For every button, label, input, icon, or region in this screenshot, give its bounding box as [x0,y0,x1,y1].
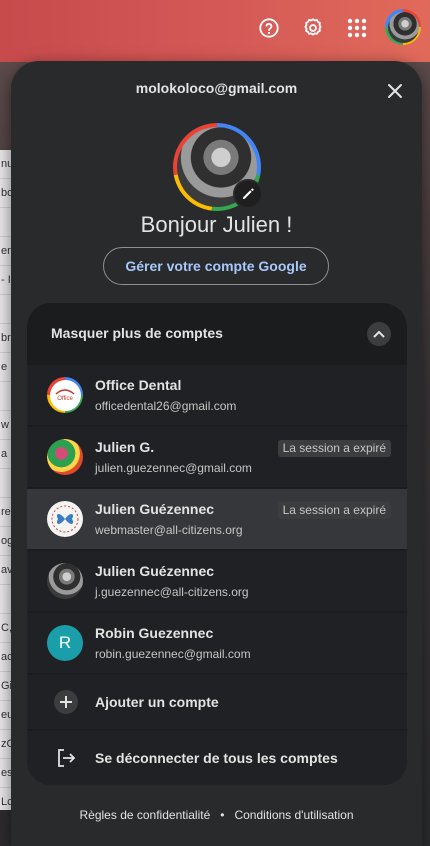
avatar: R [47,625,83,661]
privacy-link[interactable]: Règles de confidentialité [80,808,211,822]
chevron-up-icon[interactable] [367,322,391,346]
session-expired-badge: La session a expiré [277,502,391,519]
account-item-julien-g[interactable]: Julien G. julien.guezennec@gmail.com La … [27,427,407,487]
accounts-toggle-label: Masquer plus de comptes [51,325,223,341]
account-item-office-dental[interactable]: Office Office Dental officedental26@gmai… [27,365,407,425]
office-logo-text: Office [57,395,73,402]
account-name: Julien Guézennec [95,563,215,579]
avatar [387,11,419,43]
account-item-robin-guezennec[interactable]: R Robin Guezennec robin.guezennec@gmail.… [27,613,407,673]
plus-icon [53,690,79,714]
account-email: j.guezennec@all-citizens.org [95,585,249,599]
account-name: Office Dental [95,377,182,393]
office-dental-logo: Office [49,379,81,411]
account-email: officedental26@gmail.com [95,399,237,413]
account-avatar-button[interactable] [385,9,421,45]
popup-footer: Règles de confidentialité • Conditions d… [11,808,422,822]
accounts-panel: Masquer plus de comptes Office Office De… [27,303,407,785]
pencil-icon [243,188,254,199]
greeting-text: Bonjour Julien ! [140,212,293,237]
account-name: Julien G. [95,439,155,455]
account-email: webmaster@all-citizens.org [95,523,243,537]
add-account-label: Ajouter un compte [95,694,219,710]
avatar [47,563,83,599]
gear-icon[interactable] [299,14,327,42]
signout-all-button[interactable]: Se déconnecter de tous les comptes [27,731,407,785]
terms-link[interactable]: Conditions d'utilisation [234,808,353,822]
account-name: Robin Guezennec [95,625,214,641]
edit-photo-button[interactable] [233,179,263,209]
butterfly-logo-icon [51,505,79,533]
logout-icon [53,746,79,770]
account-email: molokoloco@gmail.com [135,80,298,96]
help-circle-icon[interactable] [255,14,283,42]
close-icon [388,84,402,98]
account-popup: molokoloco@gmail.com Bonjour Julien ! Gé… [11,61,422,846]
apps-grid-icon[interactable] [343,14,371,42]
avatar [47,501,83,537]
account-name: Julien Guézennec [95,501,215,517]
add-account-button[interactable]: Ajouter un compte [27,675,407,729]
session-expired-badge: La session a expiré [277,440,391,457]
account-email: julien.guezennec@gmail.com [95,461,252,475]
close-button[interactable] [383,79,407,103]
avatar: Office [47,377,83,413]
account-item-julien-guezennec[interactable]: Julien Guézennec j.guezennec@all-citizen… [27,551,407,611]
avatar [47,439,83,475]
footer-separator: • [220,808,225,822]
manage-account-button[interactable]: Gérer votre compte Google [103,247,329,285]
accounts-toggle[interactable]: Masquer plus de comptes [27,303,407,363]
account-email: robin.guezennec@gmail.com [95,647,251,661]
account-item-julien-guezennec-webmaster[interactable]: Julien Guézennec webmaster@all-citizens.… [27,489,407,549]
signout-all-label: Se déconnecter de tous les comptes [95,750,338,766]
